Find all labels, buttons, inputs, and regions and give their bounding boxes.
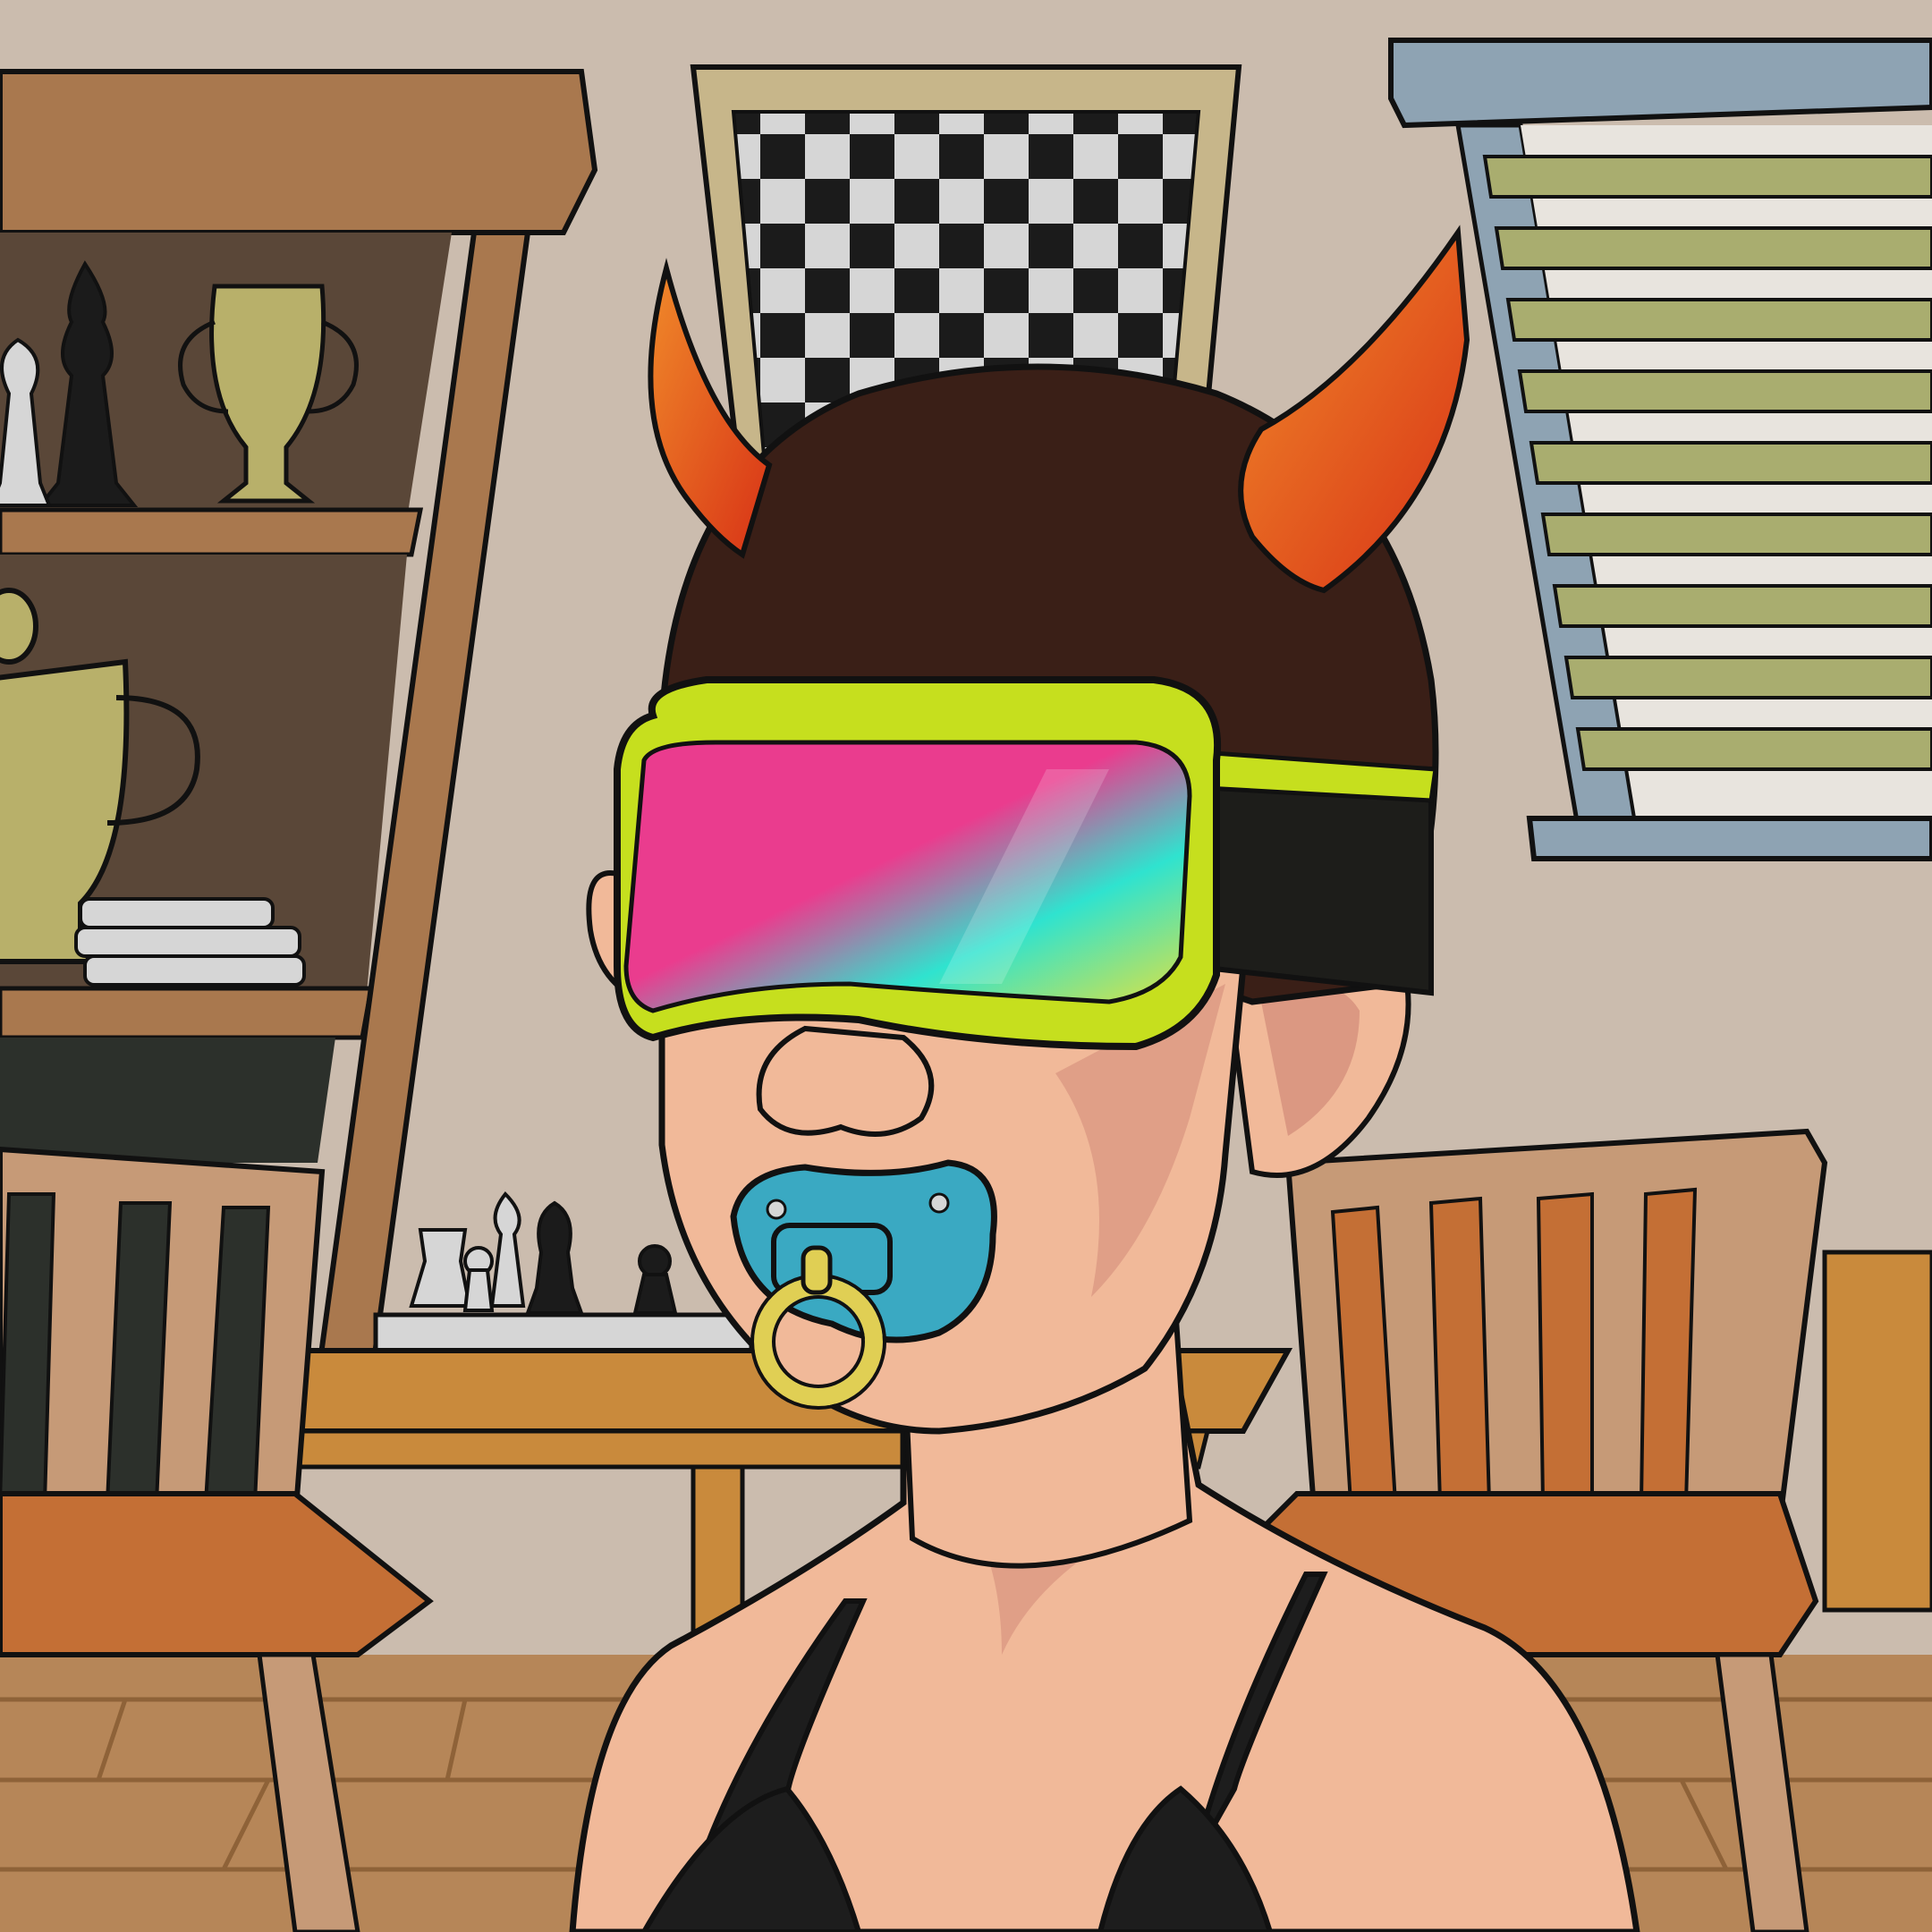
blind-slat bbox=[1552, 584, 1932, 628]
blind-slat bbox=[1482, 155, 1932, 199]
book-stack bbox=[74, 897, 306, 987]
blind-slat bbox=[1517, 369, 1932, 413]
goggle-lens bbox=[623, 740, 1192, 1013]
blind-slat bbox=[1563, 656, 1932, 699]
nose bbox=[756, 1025, 935, 1137]
blind-slat bbox=[1529, 441, 1932, 485]
blind-slat bbox=[1505, 298, 1932, 342]
blind-slat bbox=[1540, 513, 1932, 556]
blind-slat bbox=[1494, 226, 1932, 270]
avatar-illustration bbox=[0, 0, 1932, 1932]
blind-slat bbox=[1575, 727, 1932, 771]
chalkboard bbox=[0, 1038, 335, 1163]
